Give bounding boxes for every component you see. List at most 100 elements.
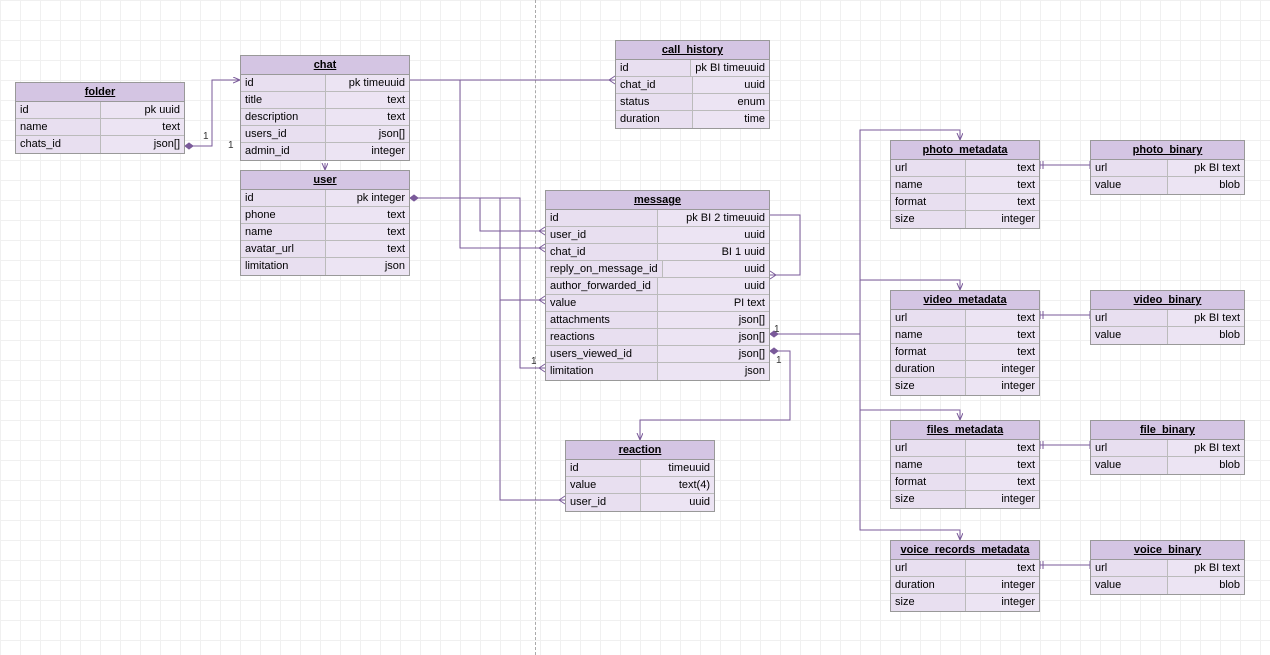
field-type: integer (966, 378, 1040, 395)
entity-row: author_forwarded_iduuid (546, 278, 769, 295)
entity-title: folder (16, 83, 184, 102)
entity-reaction[interactable]: reactionidtimeuuidvaluetext(4)user_iduui… (565, 440, 715, 512)
field-type: BI 1 uuid (658, 244, 769, 260)
field-name: status (616, 94, 693, 110)
field-name: url (1091, 160, 1168, 176)
field-type: blob (1168, 577, 1244, 594)
field-type: integer (326, 143, 410, 160)
field-type: uuid (658, 278, 769, 294)
entity-row: chat_iduuid (616, 77, 769, 94)
entity-row: urltext (891, 310, 1039, 327)
entity-call_history[interactable]: call_historyidpk BI timeuuidchat_iduuids… (615, 40, 770, 129)
field-type: uuid (693, 77, 769, 93)
field-name: name (891, 457, 966, 473)
field-type: json (326, 258, 410, 275)
field-name: limitation (241, 258, 326, 275)
field-name: chats_id (16, 136, 101, 153)
entity-row: durationtime (616, 111, 769, 128)
field-type: text (966, 310, 1040, 326)
field-name: description (241, 109, 326, 125)
field-type: text (966, 194, 1040, 210)
field-name: id (616, 60, 691, 76)
entity-video_binary[interactable]: video_binaryurlpk BI textvalueblob (1090, 290, 1245, 345)
entity-title: photo_metadata (891, 141, 1039, 160)
field-name: value (1091, 577, 1168, 594)
entity-title: video_metadata (891, 291, 1039, 310)
entity-row: urlpk BI text (1091, 440, 1244, 457)
field-name: name (891, 177, 966, 193)
entity-row: chats_idjson[] (16, 136, 184, 153)
field-type: json[] (326, 126, 410, 142)
entity-row: urlpk BI text (1091, 560, 1244, 577)
field-name: size (891, 491, 966, 508)
entity-message[interactable]: messageidpk BI 2 timeuuiduser_iduuidchat… (545, 190, 770, 381)
field-type: text (966, 474, 1040, 490)
entity-row: users_idjson[] (241, 126, 409, 143)
entity-folder[interactable]: folderidpk uuidnametextchats_idjson[] (15, 82, 185, 154)
field-name: phone (241, 207, 326, 223)
entity-row: valuetext(4) (566, 477, 714, 494)
entity-user[interactable]: useridpk integerphonetextnametextavatar_… (240, 170, 410, 276)
entity-row: formattext (891, 344, 1039, 361)
field-type: text (966, 177, 1040, 193)
entity-row: nametext (891, 177, 1039, 194)
entity-photo_binary[interactable]: photo_binaryurlpk BI textvalueblob (1090, 140, 1245, 195)
entity-row: urltext (891, 560, 1039, 577)
entity-row: attachmentsjson[] (546, 312, 769, 329)
field-type: text (966, 560, 1040, 576)
entity-title: user (241, 171, 409, 190)
field-type: blob (1168, 177, 1244, 194)
field-type: text (326, 224, 410, 240)
entity-photo_metadata[interactable]: photo_metadataurltextnametextformattexts… (890, 140, 1040, 229)
entity-row: users_viewed_idjson[] (546, 346, 769, 363)
entity-voice_records_metadata[interactable]: voice_records_metadataurltextdurationint… (890, 540, 1040, 612)
field-name: value (1091, 457, 1168, 474)
field-type: text (101, 119, 185, 135)
entity-row: idpk BI 2 timeuuid (546, 210, 769, 227)
field-name: admin_id (241, 143, 326, 160)
field-type: integer (966, 594, 1040, 611)
field-type: uuid (663, 261, 769, 277)
entity-row: reply_on_message_iduuid (546, 261, 769, 278)
entity-row: nametext (16, 119, 184, 136)
entity-files_metadata[interactable]: files_metadataurltextnametextformattexts… (890, 420, 1040, 509)
field-type: uuid (641, 494, 715, 511)
entity-row: idpk timeuuid (241, 75, 409, 92)
field-type: text (966, 160, 1040, 176)
entity-voice_binary[interactable]: voice_binaryurlpk BI textvalueblob (1090, 540, 1245, 595)
entity-row: formattext (891, 194, 1039, 211)
entity-row: valueblob (1091, 577, 1244, 594)
field-name: title (241, 92, 326, 108)
field-name: value (1091, 327, 1168, 344)
entity-file_binary[interactable]: file_binaryurlpk BI textvalueblob (1090, 420, 1245, 475)
entity-row: sizeinteger (891, 211, 1039, 228)
entity-row: reactionsjson[] (546, 329, 769, 346)
field-name: id (16, 102, 101, 118)
field-name: chat_id (616, 77, 693, 93)
field-type: timeuuid (641, 460, 715, 476)
field-name: id (566, 460, 641, 476)
field-type: enum (693, 94, 769, 110)
entity-title: message (546, 191, 769, 210)
field-type: text(4) (641, 477, 715, 493)
entity-title: voice_records_metadata (891, 541, 1039, 560)
entity-row: limitationjson (546, 363, 769, 380)
field-name: size (891, 594, 966, 611)
entity-row: sizeinteger (891, 491, 1039, 508)
field-name: url (891, 440, 966, 456)
field-name: value (566, 477, 641, 493)
field-type: pk BI text (1168, 160, 1244, 176)
field-name: url (891, 160, 966, 176)
field-name: size (891, 211, 966, 228)
field-type: text (326, 207, 410, 223)
field-type: integer (966, 361, 1040, 377)
field-name: url (1091, 560, 1168, 576)
field-type: PI text (658, 295, 769, 311)
entity-row: nametext (241, 224, 409, 241)
entity-chat[interactable]: chatidpk timeuuidtitletextdescriptiontex… (240, 55, 410, 161)
field-type: text (966, 344, 1040, 360)
cardinality-label: 1 (774, 324, 780, 335)
field-type: integer (966, 491, 1040, 508)
entity-video_metadata[interactable]: video_metadataurltextnametextformattextd… (890, 290, 1040, 396)
cardinality-label: 1 (203, 131, 209, 142)
